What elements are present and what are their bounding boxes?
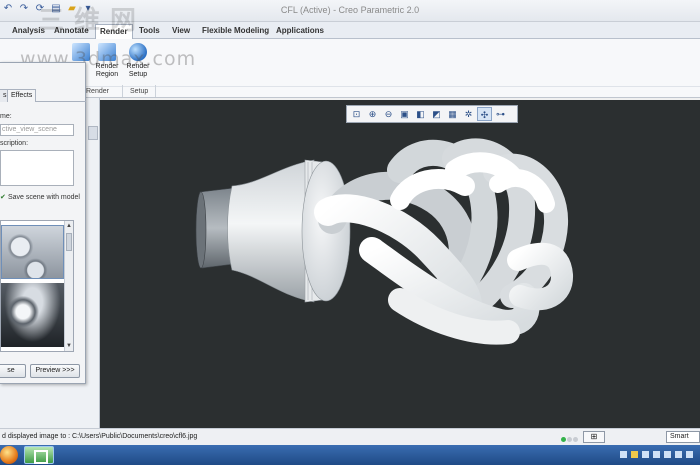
graphics-viewport[interactable]: ⊡ ⊕ ⊖ ▣ ◧ ◩ ▦ ✲ ✣ ⊶ [100, 100, 700, 428]
group-setup-label[interactable]: Setup [130, 88, 148, 95]
scene-thumbnail-list[interactable]: ▲ ▼ [0, 220, 74, 352]
battery-icon[interactable] [664, 451, 671, 458]
windows-taskbar [0, 445, 700, 465]
tab-effects[interactable]: Effects [7, 89, 37, 102]
status-message: d displayed image to : C:\Users\Public\D… [2, 433, 198, 440]
navigator-collapse-handle[interactable] [88, 126, 98, 140]
group-separator [155, 85, 156, 97]
action-center-icon[interactable] [631, 451, 638, 458]
close-button[interactable]: se [0, 364, 26, 378]
tab-flexible-modeling[interactable]: Flexible Modeling [198, 24, 273, 39]
preview-button[interactable]: Preview >>> [30, 364, 80, 378]
cfl-bulb-model[interactable] [100, 100, 700, 428]
scene-name-input[interactable]: ctive_view_scene [0, 124, 74, 136]
dialog-tabs: s Effects [0, 89, 86, 102]
description-textarea[interactable] [0, 150, 74, 186]
tab-view[interactable]: View [168, 24, 194, 39]
scenes-dialog: s Effects me: ctive_view_scene scription… [0, 62, 86, 384]
scrollbar-thumb[interactable] [66, 233, 72, 251]
start-button[interactable] [0, 446, 18, 464]
scroll-down-icon[interactable]: ▼ [66, 342, 72, 350]
network-icon[interactable] [642, 451, 649, 458]
watermark-logo: 三维网 [38, 6, 147, 36]
scroll-up-icon[interactable]: ▲ [66, 222, 72, 230]
system-tray [620, 451, 693, 458]
show-desktop-icon[interactable] [686, 451, 693, 458]
find-icon[interactable]: ⊞ [583, 431, 605, 443]
status-bar: d displayed image to : C:\Users\Public\D… [0, 428, 700, 445]
volume-icon[interactable] [653, 451, 660, 458]
checkmark-icon: ✔ [0, 194, 6, 201]
clock-icon[interactable] [675, 451, 682, 458]
save-scene-checkbox[interactable]: ✔ Save scene with model [0, 193, 80, 201]
regeneration-status-indicator [561, 434, 579, 442]
scene-thumbnail[interactable] [1, 225, 64, 279]
selection-filter-select[interactable]: Smart [666, 431, 700, 443]
group-separator [122, 85, 123, 97]
tray-icon[interactable] [620, 451, 627, 458]
description-label: scription: [0, 140, 29, 147]
scene-thumbnail[interactable] [1, 283, 64, 347]
group-render-label[interactable]: Render [86, 88, 109, 95]
vertical-scrollbar[interactable]: ▲ ▼ [64, 221, 73, 351]
scene-name-label: me: [0, 113, 12, 120]
taskbar-app-creo[interactable] [24, 446, 54, 464]
save-scene-label: Save scene with model [8, 194, 80, 201]
tab-applications[interactable]: Applications [272, 24, 328, 39]
